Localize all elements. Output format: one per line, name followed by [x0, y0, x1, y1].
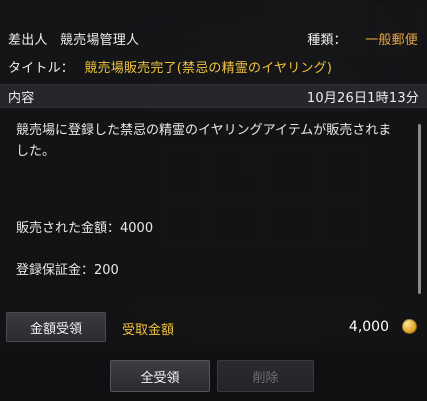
content-header: 内容 10月26日1時13分: [0, 84, 427, 108]
body-scrollbar[interactable]: [418, 124, 421, 294]
sender-row: 差出人 競売場管理人 種類： 一般郵便: [0, 26, 427, 50]
receive-amount-value: 4,000: [348, 319, 389, 335]
action-bar: 全受領 削除: [0, 352, 427, 401]
mail-body: 競売場に登録した禁忌の精霊のイヤリングアイテムが販売されました。 販売された金額…: [0, 112, 427, 302]
received-date: 10月26日1時13分: [306, 90, 419, 106]
mail-type-value: 一般郵便: [365, 32, 418, 48]
title-group: タイトル： 競売場販売完了(禁忌の精霊のイヤリング): [8, 57, 332, 76]
receive-amount-label: 受取金額: [122, 323, 175, 338]
claim-row: 金額受領 受取金額 4,000: [0, 307, 427, 347]
sender-group: 差出人 競売場管理人: [8, 29, 139, 48]
title-row: タイトル： 競売場販売完了(禁忌の精霊のイヤリング): [0, 54, 427, 78]
mail-type-group: 種類： 一般郵便: [307, 29, 418, 48]
mail-detail-panel: 差出人 競売場管理人 種類： 一般郵便 タイトル： 競売場販売完了(禁忌の精霊の…: [0, 0, 427, 401]
deposit-line: 登録保証金：200: [16, 263, 119, 278]
title-label: タイトル：: [8, 60, 75, 76]
scrollbar-thumb[interactable]: [418, 124, 421, 294]
claim-money-button[interactable]: 金額受領: [6, 312, 106, 342]
sold-amount-line: 販売された金額：4000: [16, 221, 154, 236]
mail-title: 競売場販売完了(禁忌の精霊のイヤリング): [84, 60, 333, 76]
sender-label: 差出人: [8, 32, 48, 48]
mail-message: 競売場に登録した禁忌の精霊のイヤリングアイテムが販売されました。: [16, 123, 392, 159]
gold-coin-icon: [402, 319, 417, 334]
delete-button[interactable]: 削除: [217, 360, 314, 392]
claim-all-button[interactable]: 全受領: [110, 360, 210, 392]
sender-value: 競売場管理人: [59, 32, 140, 48]
content-label: 内容: [8, 90, 35, 106]
mail-type-label: 種類：: [307, 32, 347, 48]
